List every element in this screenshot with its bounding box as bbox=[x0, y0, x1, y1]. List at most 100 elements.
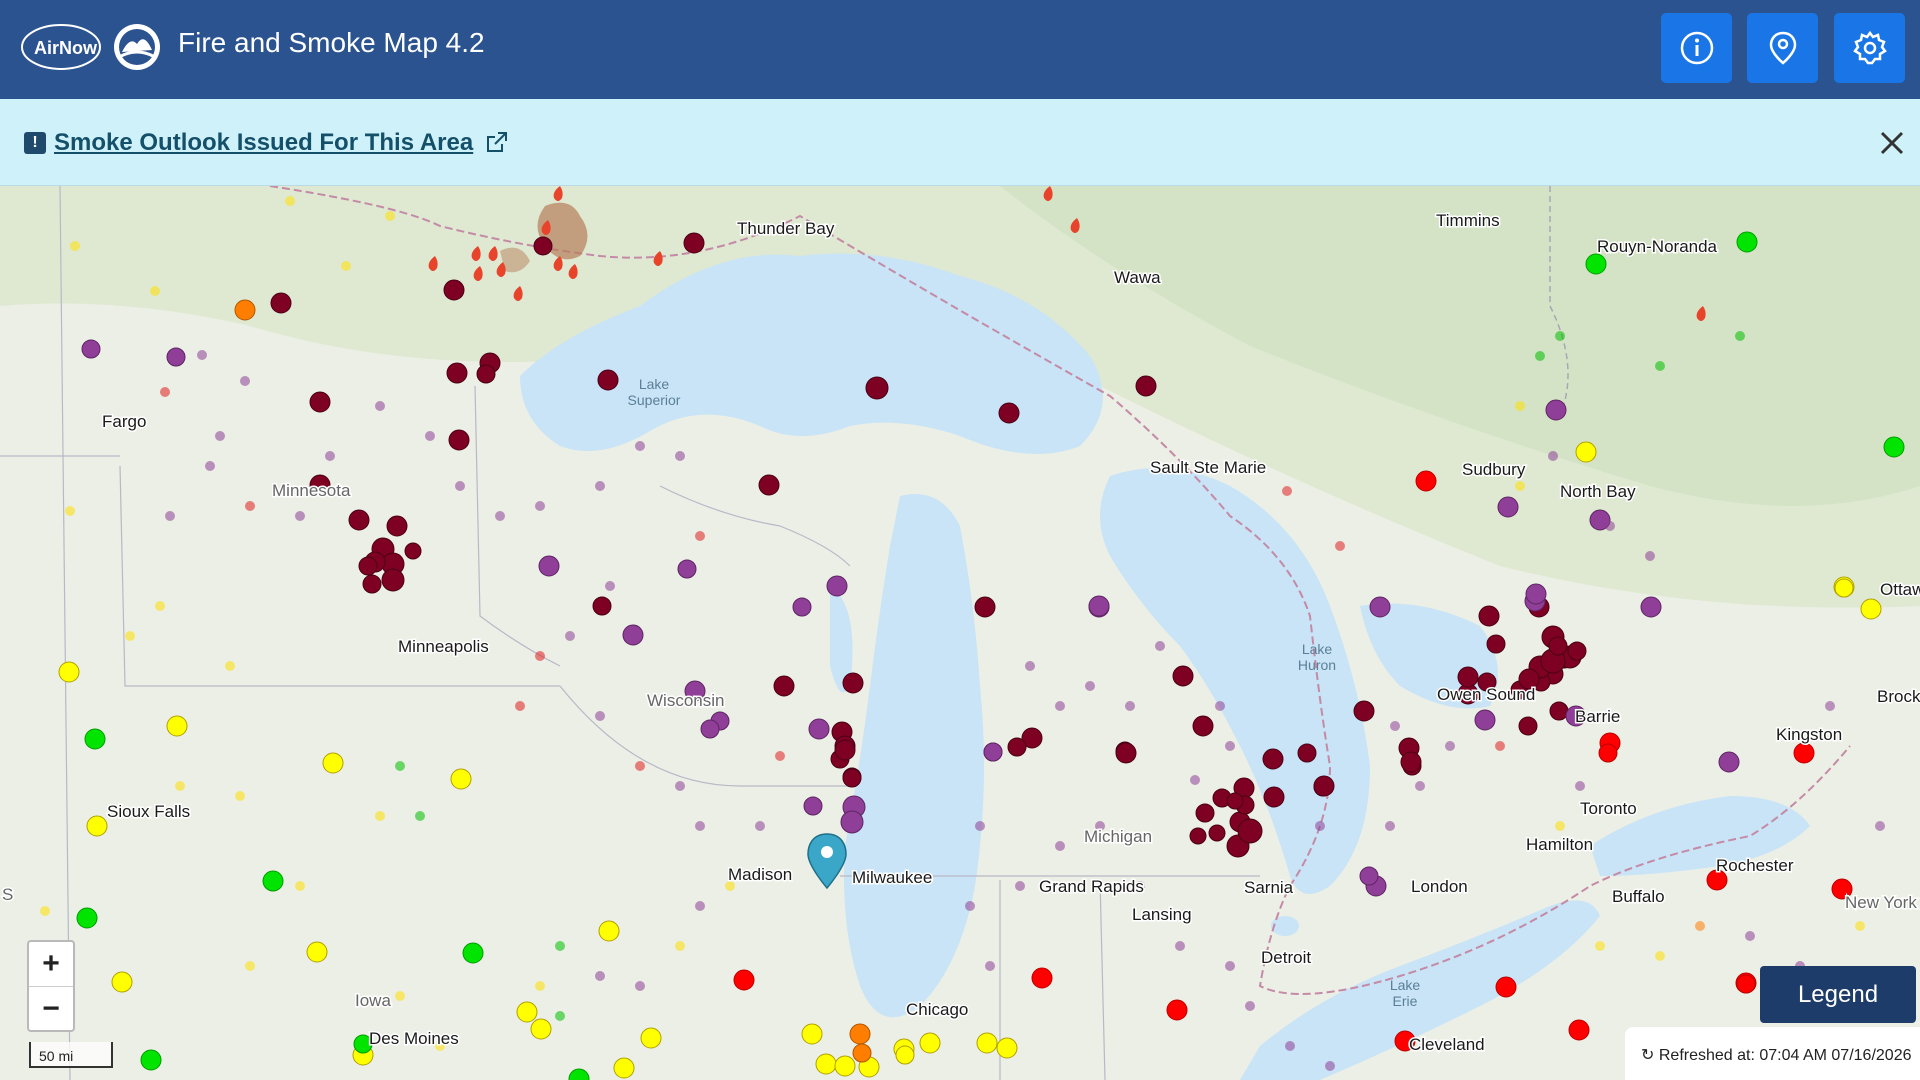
aqi-marker[interactable] bbox=[1135, 375, 1157, 397]
aqi-marker[interactable] bbox=[1478, 605, 1500, 627]
aqi-marker[interactable] bbox=[852, 1043, 872, 1063]
aqi-marker[interactable] bbox=[605, 581, 615, 591]
aqi-marker[interactable] bbox=[476, 364, 496, 384]
aqi-marker[interactable] bbox=[381, 568, 405, 592]
aqi-marker[interactable] bbox=[1863, 41, 1876, 55]
aqi-marker[interactable] bbox=[235, 791, 245, 801]
aqi-marker[interactable] bbox=[395, 991, 405, 1001]
aqi-marker[interactable] bbox=[1225, 741, 1235, 751]
aqi-marker[interactable] bbox=[1315, 821, 1325, 831]
aqi-marker[interactable] bbox=[985, 961, 995, 971]
aqi-marker[interactable] bbox=[197, 350, 207, 360]
aqi-marker[interactable] bbox=[975, 821, 985, 831]
aqi-marker[interactable] bbox=[675, 781, 685, 791]
aqi-marker[interactable] bbox=[1415, 781, 1425, 791]
aqi-marker[interactable] bbox=[1474, 709, 1496, 731]
aqi-marker[interactable] bbox=[635, 761, 645, 771]
aqi-marker[interactable] bbox=[70, 241, 80, 251]
aqi-marker[interactable] bbox=[375, 811, 385, 821]
aqi-marker[interactable] bbox=[1385, 821, 1395, 831]
aqi-marker[interactable] bbox=[803, 796, 823, 816]
aqi-marker[interactable] bbox=[1237, 818, 1263, 844]
aqi-marker[interactable] bbox=[270, 292, 292, 314]
legend-button[interactable]: Legend bbox=[1760, 966, 1916, 1023]
aqi-marker[interactable] bbox=[695, 531, 705, 541]
aqi-marker[interactable] bbox=[1215, 701, 1225, 711]
aqi-marker[interactable] bbox=[150, 286, 160, 296]
aqi-marker[interactable] bbox=[1535, 351, 1545, 361]
aqi-marker[interactable] bbox=[842, 672, 864, 694]
aqi-marker[interactable] bbox=[309, 391, 331, 413]
aqi-marker[interactable] bbox=[375, 401, 385, 411]
aqi-marker[interactable] bbox=[1518, 716, 1538, 736]
aqi-marker[interactable] bbox=[385, 211, 395, 221]
aqi-marker[interactable] bbox=[448, 429, 470, 451]
aqi-marker[interactable] bbox=[1226, 792, 1244, 810]
aqi-marker[interactable] bbox=[1025, 661, 1035, 671]
aqi-marker[interactable] bbox=[1567, 641, 1587, 661]
aqi-marker[interactable] bbox=[565, 631, 575, 641]
aqi-marker[interactable] bbox=[425, 431, 435, 441]
aqi-marker[interactable] bbox=[683, 232, 705, 254]
smoke-outlook-link[interactable]: Smoke Outlook Issued For This Area bbox=[54, 129, 473, 157]
aqi-marker[interactable] bbox=[285, 196, 295, 206]
refresh-status[interactable]: ↻ Refreshed at: 07:04 AM 07/16/2026 bbox=[1625, 1027, 1920, 1080]
aqi-marker[interactable] bbox=[1262, 748, 1284, 770]
aqi-marker[interactable] bbox=[240, 376, 250, 386]
aqi-marker[interactable] bbox=[450, 768, 472, 790]
aqi-marker[interactable] bbox=[1515, 401, 1525, 411]
aqi-marker[interactable] bbox=[245, 501, 255, 511]
aqi-marker[interactable] bbox=[530, 1018, 552, 1040]
aqi-marker[interactable] bbox=[895, 1045, 915, 1065]
aqi-marker[interactable] bbox=[1208, 824, 1226, 842]
aqi-marker[interactable] bbox=[622, 624, 644, 646]
aqi-marker[interactable] bbox=[1548, 451, 1558, 461]
aqi-marker[interactable] bbox=[773, 675, 795, 697]
aqi-marker[interactable] bbox=[1486, 634, 1506, 654]
aqi-marker[interactable] bbox=[640, 1027, 662, 1049]
aqi-marker[interactable] bbox=[84, 728, 106, 750]
aqi-marker[interactable] bbox=[1055, 701, 1065, 711]
aqi-marker[interactable] bbox=[262, 870, 284, 892]
aqi-marker[interactable] bbox=[1015, 881, 1025, 891]
aqi-marker[interactable] bbox=[362, 574, 382, 594]
aqi-marker[interactable] bbox=[595, 971, 605, 981]
aqi-marker[interactable] bbox=[533, 236, 553, 256]
aqi-marker[interactable] bbox=[1400, 751, 1422, 773]
aqi-marker[interactable] bbox=[65, 506, 75, 516]
aqi-marker[interactable] bbox=[555, 941, 565, 951]
aqi-marker[interactable] bbox=[865, 376, 889, 400]
aqi-marker[interactable] bbox=[801, 1023, 823, 1045]
aqi-marker[interactable] bbox=[1555, 821, 1565, 831]
aqi-marker[interactable] bbox=[1855, 921, 1865, 931]
aqi-marker[interactable] bbox=[111, 971, 133, 993]
aqi-marker[interactable] bbox=[58, 661, 80, 683]
aqi-marker[interactable] bbox=[700, 719, 720, 739]
aqi-marker[interactable] bbox=[348, 509, 370, 531]
aqi-marker[interactable] bbox=[1415, 470, 1437, 492]
aqi-marker[interactable] bbox=[1088, 595, 1110, 617]
aqi-marker[interactable] bbox=[792, 597, 812, 617]
aqi-marker[interactable] bbox=[322, 752, 344, 774]
aqi-marker[interactable] bbox=[245, 961, 255, 971]
aqi-marker[interactable] bbox=[358, 556, 378, 576]
aqi-marker[interactable] bbox=[675, 941, 685, 951]
aqi-marker[interactable] bbox=[1575, 441, 1597, 463]
aqi-marker[interactable] bbox=[1166, 999, 1188, 1021]
aqi-marker[interactable] bbox=[515, 701, 525, 711]
aqi-marker[interactable] bbox=[415, 811, 425, 821]
aqi-marker[interactable] bbox=[1548, 636, 1568, 656]
aqi-marker[interactable] bbox=[677, 559, 697, 579]
aqi-marker[interactable] bbox=[1595, 941, 1605, 951]
aqi-marker[interactable] bbox=[1495, 741, 1505, 751]
aqi-marker[interactable] bbox=[306, 941, 328, 963]
close-icon[interactable] bbox=[1876, 127, 1908, 159]
aqi-marker[interactable] bbox=[1640, 596, 1662, 618]
aqi-marker[interactable] bbox=[1007, 737, 1027, 757]
aqi-marker[interactable] bbox=[455, 481, 465, 491]
aqi-marker[interactable] bbox=[205, 461, 215, 471]
aqi-marker[interactable] bbox=[758, 474, 780, 496]
aqi-marker[interactable] bbox=[976, 1032, 998, 1054]
aqi-marker[interactable] bbox=[1605, 521, 1615, 531]
aqi-marker[interactable] bbox=[598, 920, 620, 942]
